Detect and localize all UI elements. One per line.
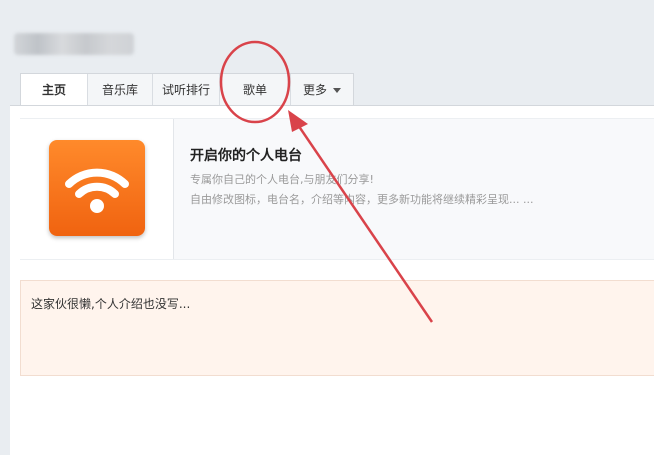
nav-tabs: 主页 音乐库 试听排行 歌单 更多 <box>20 73 354 107</box>
wifi-radio-icon[interactable] <box>49 140 145 236</box>
tab-home[interactable]: 主页 <box>21 74 88 107</box>
intro-text: 这家伙很懒,个人介绍也没写... <box>31 297 191 311</box>
profile-intro: 这家伙很懒,个人介绍也没写... <box>20 280 654 376</box>
radio-subtitle: 专属你自己的个人电台,与朋友们分享! <box>190 173 374 186</box>
tab-more-label: 更多 <box>302 83 327 97</box>
radio-description: 自由修改图标，电台名，介绍等内容，更多新功能将继续精彩呈现... ... <box>190 193 534 206</box>
tab-more[interactable]: 更多 <box>291 74 353 106</box>
radio-title: 开启你的个人电台 <box>190 148 302 164</box>
wifi-icon <box>65 168 129 213</box>
radio-icon-area <box>20 119 174 259</box>
blurred-username <box>14 33 134 55</box>
tab-playlist[interactable]: 歌单 <box>220 74 291 106</box>
tab-chart[interactable]: 试听排行 <box>153 74 220 106</box>
tab-music-library[interactable]: 音乐库 <box>88 74 153 106</box>
radio-card: 开启你的个人电台 专属你自己的个人电台,与朋友们分享! 自由修改图标，电台名，介… <box>20 118 654 260</box>
main-panel: 开启你的个人电台 专属你自己的个人电台,与朋友们分享! 自由修改图标，电台名，介… <box>10 105 654 455</box>
caret-down-icon <box>333 88 341 93</box>
